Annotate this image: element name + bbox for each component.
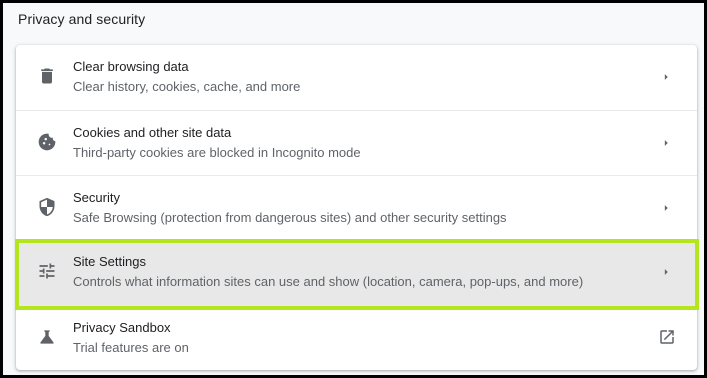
row-label: Site Settings bbox=[73, 254, 146, 269]
site-settings-row[interactable]: Site Settings Controls what information … bbox=[16, 240, 697, 305]
arrow-right-icon[interactable] bbox=[659, 265, 673, 279]
row-label: Cookies and other site data bbox=[73, 125, 232, 140]
security-row[interactable]: Security Safe Browsing (protection from … bbox=[16, 175, 697, 240]
arrow-right-icon[interactable] bbox=[659, 201, 673, 215]
section-title: Privacy and security bbox=[18, 11, 146, 27]
open-in-new-icon[interactable] bbox=[658, 328, 676, 346]
flask-icon bbox=[37, 327, 57, 347]
cookies-site-data-row[interactable]: Cookies and other site data Third-party … bbox=[16, 110, 697, 175]
row-label: Privacy Sandbox bbox=[73, 320, 171, 335]
arrow-right-icon[interactable] bbox=[659, 136, 673, 150]
row-label: Security bbox=[73, 190, 120, 205]
clear-browsing-data-row[interactable]: Clear browsing data Clear history, cooki… bbox=[16, 45, 697, 110]
shield-icon bbox=[37, 197, 57, 217]
row-description: Trial features are on bbox=[73, 340, 189, 355]
row-description: Controls what information sites can use … bbox=[73, 274, 584, 289]
row-description: Clear history, cookies, cache, and more bbox=[73, 79, 301, 94]
tune-sliders-icon bbox=[37, 261, 57, 281]
trash-icon bbox=[37, 66, 57, 86]
row-label: Clear browsing data bbox=[73, 59, 189, 74]
privacy-sandbox-row[interactable]: Privacy Sandbox Trial features are on bbox=[16, 305, 697, 370]
row-description: Safe Browsing (protection from dangerous… bbox=[73, 210, 507, 225]
privacy-security-card: Clear browsing data Clear history, cooki… bbox=[16, 45, 697, 370]
cookie-icon bbox=[37, 132, 57, 152]
settings-frame: Privacy and security Clear browsing data… bbox=[0, 0, 707, 378]
row-description: Third-party cookies are blocked in Incog… bbox=[73, 145, 361, 160]
arrow-right-icon[interactable] bbox=[659, 70, 673, 84]
